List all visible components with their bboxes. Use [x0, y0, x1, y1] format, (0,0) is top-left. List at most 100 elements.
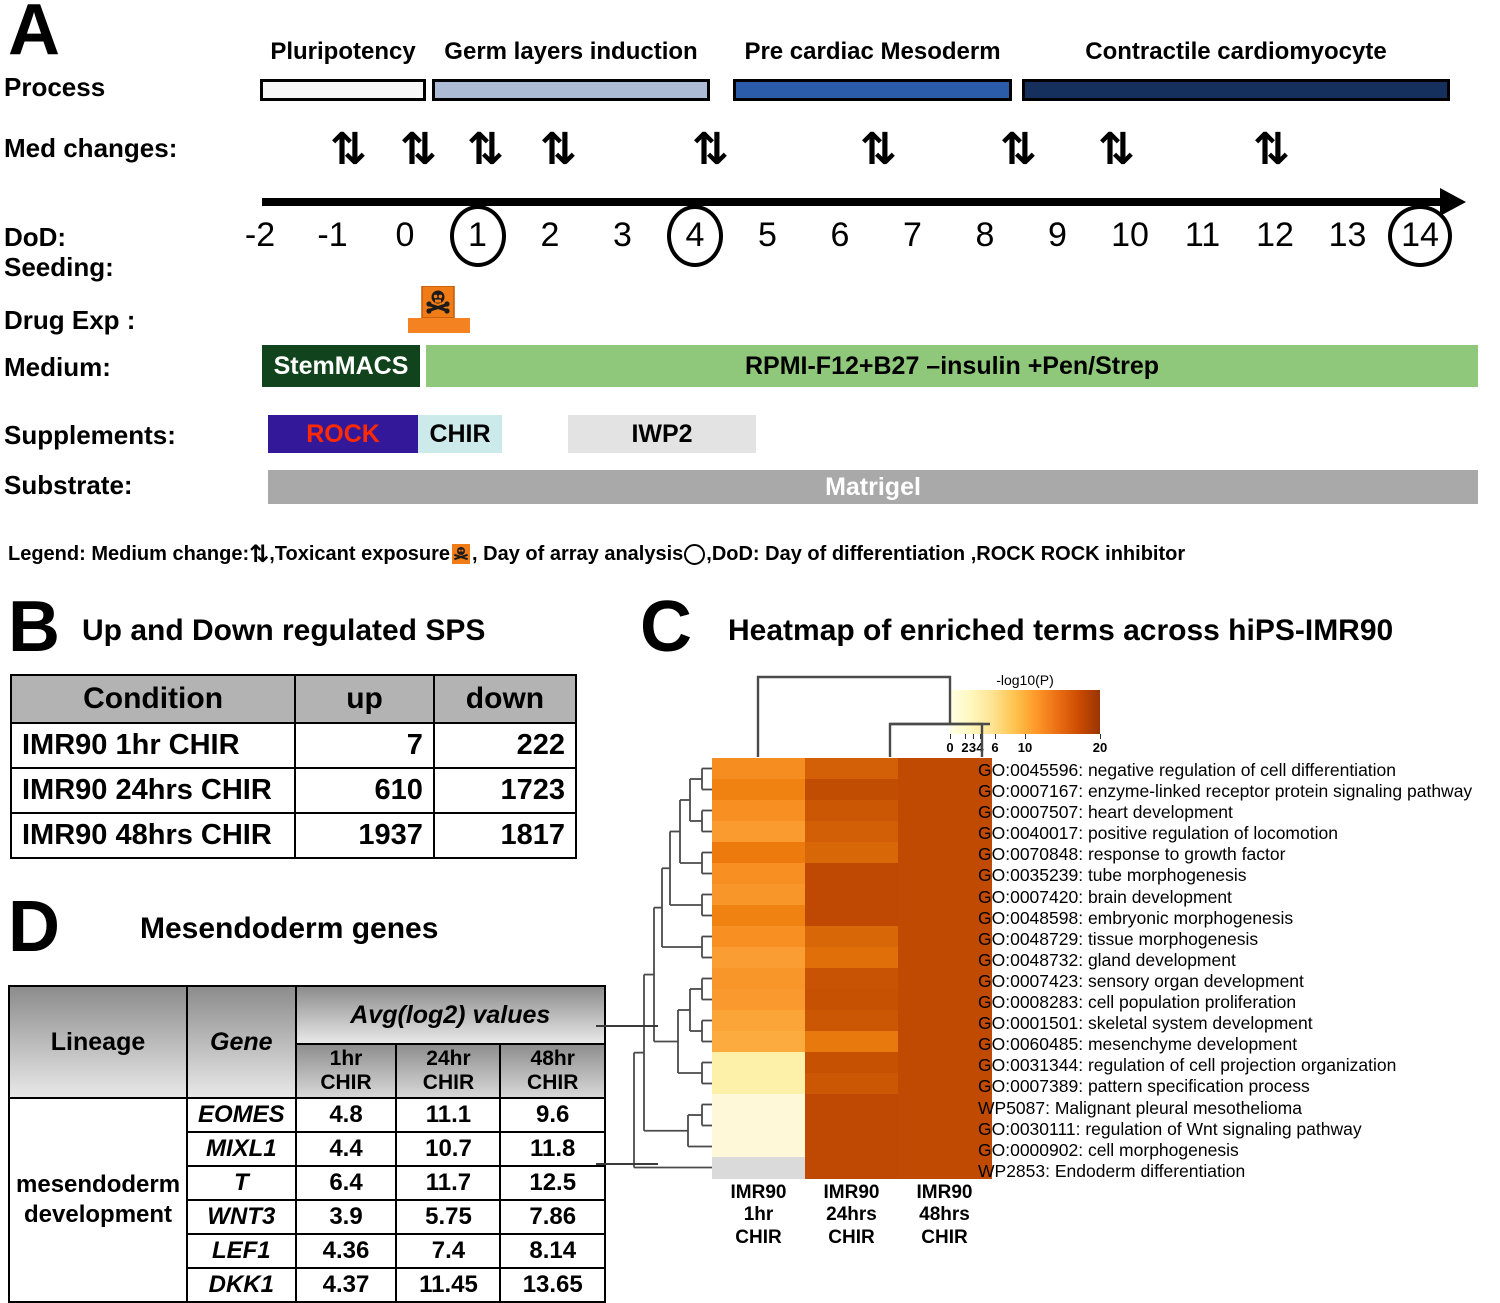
cell-value: 4.36: [294, 1233, 398, 1269]
heatmap-cell: [712, 1010, 806, 1032]
heatmap-cell: [712, 842, 806, 864]
toxicant-hazard-icon: [408, 285, 472, 339]
cell-condition: IMR90 1hr CHIR: [9, 722, 297, 769]
heatmap-cell: [712, 821, 806, 843]
column-label-line-3: CHIR: [828, 1226, 875, 1248]
column-dendrogram: [756, 675, 990, 757]
heatmap-cell: [805, 758, 899, 780]
heatmap-row-labels: GO:0045596: negative regulation of cell …: [978, 760, 1472, 1182]
heatmap-row-label: GO:0007420: brain development: [978, 886, 1232, 907]
cell-value: 11.8: [499, 1131, 606, 1167]
heatmap-cell: [805, 1010, 899, 1032]
heatmap-cell: [712, 1031, 806, 1053]
legend-suffix: ,DoD: Day of differentiation ,ROCK ROCK …: [706, 542, 1186, 565]
heatmap-cell: [805, 863, 899, 885]
process-title-germ-layers: Germ layers induction: [444, 38, 698, 65]
colorbar-label-6: 6: [991, 740, 999, 755]
cell-value: 13.65: [499, 1267, 606, 1303]
cell-value: 4.37: [294, 1267, 398, 1303]
panel-a-letter: A: [8, 0, 60, 70]
heatmap-cell: [805, 1115, 899, 1137]
dod-tick-0: 0: [395, 216, 415, 254]
heatmap-row-label: GO:0045596: negative regulation of cell …: [978, 760, 1397, 780]
panel-d-letter: D: [8, 887, 60, 967]
cell-value: 1937: [294, 812, 435, 859]
label-process: Process: [4, 72, 106, 102]
column-label-line-2: 1hr: [743, 1204, 774, 1226]
cell-gene: EOMES: [186, 1097, 297, 1133]
heatmap-column-label-1: IMR90 1hr CHIR: [712, 1182, 805, 1249]
cell-value: 1723: [432, 767, 578, 814]
cell-condition: IMR90 24hrs CHIR: [9, 767, 297, 814]
dod-tick-12: 12: [1256, 216, 1294, 254]
cell-value: 11.7: [395, 1165, 502, 1201]
lineage-line-2: development: [24, 1201, 173, 1228]
supplement-bar-iwp2: IWP2: [568, 415, 756, 453]
heatmap-cell: [712, 926, 806, 948]
heatmap-row-label: GO:0007167: enzyme-linked receptor prote…: [978, 781, 1473, 802]
process-bar-pre-cardiac: [733, 79, 1012, 101]
heatmap-cell: [805, 1157, 899, 1179]
process-bar-pluripotency: [260, 79, 426, 101]
cell-value: 11.45: [395, 1267, 502, 1303]
colorbar-tick-10: [1025, 734, 1026, 739]
cell-value: 610: [294, 767, 435, 814]
dod-tick--1: -1: [317, 216, 348, 254]
heatmap-cell: [712, 989, 806, 1011]
process-title-contractile: Contractile cardiomyocyte: [1085, 38, 1387, 65]
med-change-icon-2: ⇅: [400, 124, 437, 175]
heatmap-cell: [712, 947, 806, 969]
cell-value: 4.4: [294, 1131, 398, 1167]
medium-label-rpmi: RPMI-F12+B27 –insulin +Pen/Strep: [744, 351, 1159, 380]
label-med-changes: Med changes:: [4, 133, 178, 163]
dod-tick-7: 7: [903, 216, 922, 254]
dod-tick-8: 8: [975, 216, 995, 254]
heatmap-row-label: GO:0030111: regulation of Wnt signaling …: [978, 1118, 1362, 1139]
heatmap-column-label-2: IMR90 24hrs CHIR: [805, 1182, 898, 1249]
heatmap-cell: [712, 968, 806, 990]
legend-circle-icon: [684, 543, 706, 565]
subcolumn-header-24hr-chir: 24hr CHIR: [395, 1043, 502, 1099]
medium-label-stemmacs: StemMACS: [273, 351, 409, 380]
colorbar-label-20: 20: [1092, 740, 1108, 755]
cell-value: 7.4: [395, 1233, 502, 1269]
table-row: IMR90 24hrs CHIR 610 1723: [9, 767, 578, 814]
panel-b-table-wrap: Condition up down IMR90 1hr CHIR 7 222 IMR90 …: [9, 674, 578, 859]
heatmap-row-label: GO:0031344: regulation of cell projectio…: [978, 1055, 1397, 1076]
header-lineage: Lineage: [7, 985, 189, 1099]
heatmap-cell: [805, 926, 899, 948]
subcolumn-header-48hr-chir: 48hr CHIR: [499, 1043, 606, 1099]
cell-value: 7: [294, 722, 435, 769]
med-change-icon-3: ⇅: [467, 124, 504, 175]
column-label-line-1: IMR90: [916, 1182, 973, 1203]
dod-tick-13: 13: [1328, 216, 1367, 254]
sps-table: Condition up down IMR90 1hr CHIR 7 222 IMR90 …: [9, 674, 578, 859]
cell-value: 9.6: [499, 1097, 606, 1133]
cell-value: 7.86: [499, 1199, 606, 1235]
supplement-bar-rock: ROCK: [268, 415, 418, 453]
legend-prefix: Legend: Medium change:: [8, 542, 250, 565]
heatmap-cell: [805, 800, 899, 822]
cell-value: 1817: [432, 812, 578, 859]
process-title-pluripotency: Pluripotency: [270, 38, 416, 65]
heatmap-cell: [805, 1073, 899, 1095]
heatmap-cell: [805, 1052, 899, 1074]
cell-gene: LEF1: [186, 1233, 297, 1269]
panel-b-title: Up and Down regulated SPS: [82, 614, 486, 647]
med-change-icon-8: ⇅: [1098, 124, 1135, 175]
colorbar-label-10: 10: [1017, 740, 1033, 755]
med-change-icon-9: ⇅: [1253, 124, 1290, 175]
heatmap-row-label: GO:0035239: tube morphogenesis: [978, 865, 1247, 886]
heatmap-row-label: GO:0001501: skeletal system development: [978, 1013, 1313, 1034]
dod-tick--2: -2: [244, 216, 276, 254]
legend-toxicant-icon: [452, 543, 471, 566]
dod-tick-4: 4: [685, 216, 705, 254]
label-supplements: Supplements:: [4, 420, 176, 450]
heatmap-row-label: GO:0048732: gland development: [978, 949, 1236, 970]
heatmap-cell: [712, 1052, 806, 1074]
dod-tick-6: 6: [830, 216, 850, 254]
heatmap-column-label-3: IMR90 48hrs CHIR: [898, 1182, 991, 1249]
cell-value: 5.75: [395, 1199, 502, 1235]
med-change-icon-1: ⇅: [330, 124, 367, 175]
table-row: IMR90 48hrs CHIR 1937 1817: [9, 812, 578, 859]
